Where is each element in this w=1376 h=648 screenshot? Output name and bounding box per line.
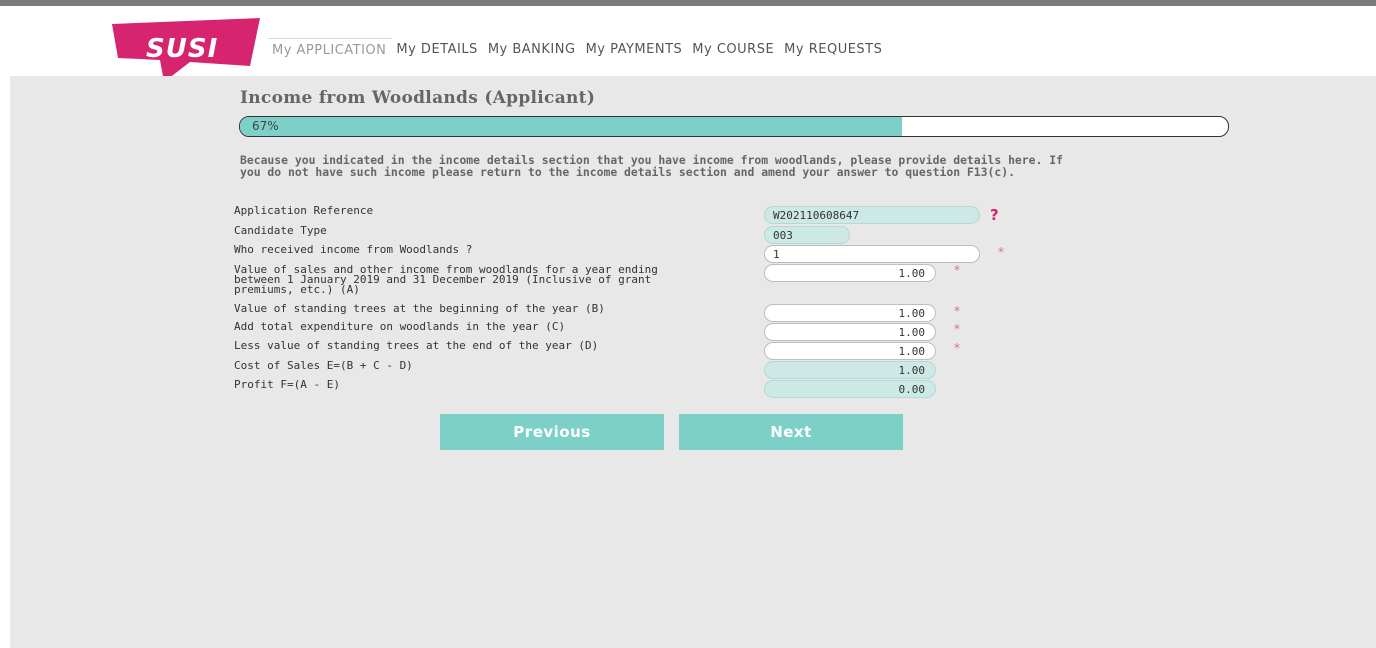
label-cost-of-sales: Cost of Sales E=(B + C - D) (234, 359, 413, 372)
trees-end-input[interactable]: 1.00 (764, 342, 936, 360)
label-sales-value: Value of sales and other income from woo… (234, 264, 754, 296)
label-application-reference: Application Reference (234, 204, 374, 217)
candidate-type-field: 003 (764, 226, 850, 244)
main-content: Income from Woodlands (Applicant) 67% Be… (10, 76, 1376, 648)
progress-fill (240, 117, 902, 136)
who-received-select[interactable]: 1 (764, 245, 980, 263)
cost-of-sales-field: 1.00 (764, 361, 936, 379)
nav-my-details[interactable]: My DETAILS (392, 38, 483, 62)
required-marker: * (954, 304, 960, 318)
label-sales-value-line-3: premiums, etc.) (A) (234, 283, 360, 296)
next-button[interactable]: Next (679, 414, 903, 450)
application-reference-field: W202110608647 (764, 206, 980, 224)
logo-text: SUSI (146, 34, 219, 64)
required-marker: * (954, 263, 960, 277)
nav-my-payments[interactable]: My PAYMENTS (582, 38, 689, 62)
sales-value-input[interactable]: 1.00 (764, 264, 936, 282)
susi-logo[interactable]: SUSI (112, 18, 262, 82)
nav-my-requests[interactable]: My REQUESTS (780, 38, 888, 62)
previous-button[interactable]: Previous (440, 414, 664, 450)
label-who-received: Who received income from Woodlands ? (234, 243, 473, 256)
label-trees-begin: Value of standing trees at the beginning… (234, 302, 605, 315)
label-candidate-type: Candidate Type (234, 224, 327, 237)
nav-my-banking[interactable]: My BANKING (484, 38, 582, 62)
profit-field: 0.00 (764, 380, 936, 398)
page-title: Income from Woodlands (Applicant) (240, 88, 596, 108)
header: SUSI My APPLICATION My DETAILS My BANKIN… (0, 6, 1376, 82)
intro-text: Because you indicated in the income deta… (240, 154, 1290, 178)
main-nav: My APPLICATION My DETAILS My BANKING My … (268, 38, 888, 62)
label-trees-end: Less value of standing trees at the end … (234, 339, 599, 352)
label-profit: Profit F=(A - E) (234, 378, 340, 391)
intro-line-2: you do not have such income please retur… (240, 165, 1015, 179)
expenditure-input[interactable]: 1.00 (764, 323, 936, 341)
label-expenditure: Add total expenditure on woodlands in th… (234, 320, 566, 333)
progress-label: 67% (252, 119, 279, 133)
progress-bar: 67% (239, 116, 1229, 137)
required-marker: * (954, 341, 960, 355)
required-marker: * (954, 322, 960, 336)
nav-my-application[interactable]: My APPLICATION (268, 38, 393, 62)
trees-begin-input[interactable]: 1.00 (764, 304, 936, 322)
help-icon[interactable]: ? (990, 206, 999, 224)
required-marker: * (998, 245, 1004, 259)
nav-my-course[interactable]: My COURSE (688, 38, 780, 62)
